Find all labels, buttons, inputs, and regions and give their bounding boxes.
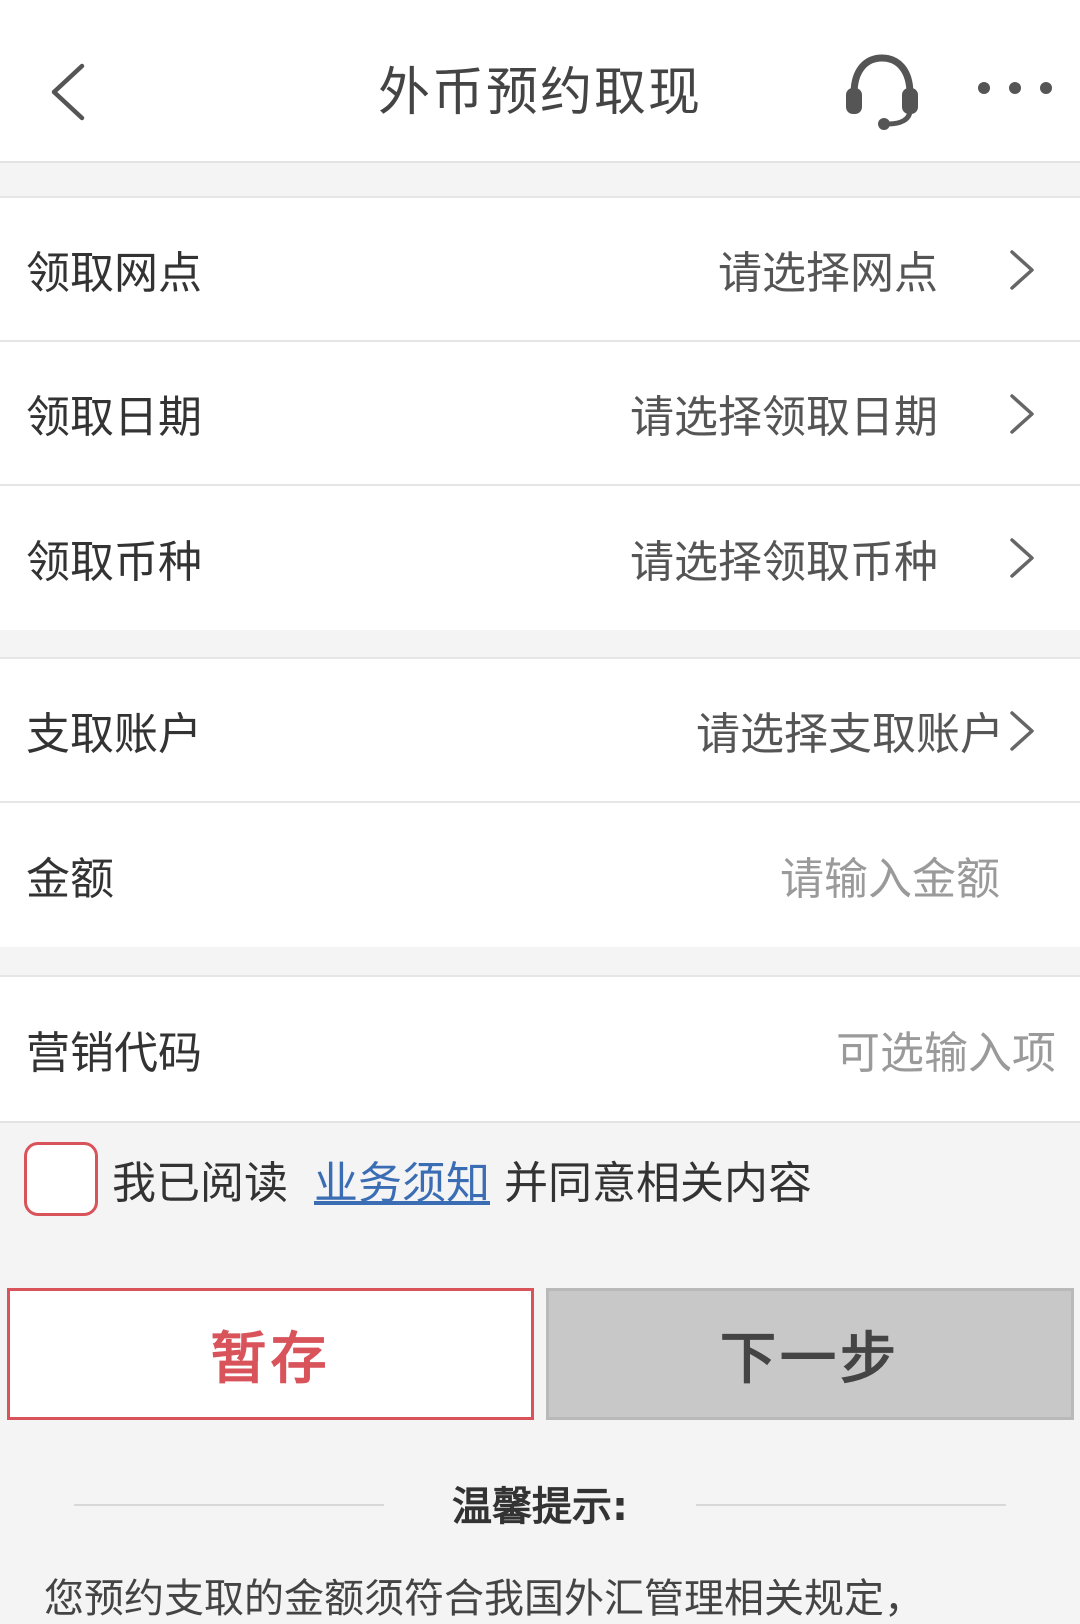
navigation-bar: 外币预约取现 xyxy=(0,0,1080,163)
chevron-right-icon xyxy=(1010,538,1034,578)
tips-title: 温馨提示: xyxy=(452,1484,628,1530)
agreement-prefix: 我已阅读 xyxy=(112,1158,288,1209)
agreement-suffix: 并同意相关内容 xyxy=(504,1158,812,1209)
more-dots-icon xyxy=(978,82,990,94)
pickup-currency-row[interactable]: 领取币种 请选择领取币种 xyxy=(0,486,1080,630)
pickup-currency-value: 请选择领取币种 xyxy=(630,537,938,588)
amount-row: 金额 请输入金额 xyxy=(0,803,1080,947)
save-draft-button[interactable]: 暂存 xyxy=(7,1288,534,1420)
pickup-currency-label: 领取币种 xyxy=(26,537,202,588)
pickup-info-group: 领取网点 请选择网点 领取日期 请选择领取日期 领取币种 请选择领取币种 xyxy=(0,196,1080,630)
next-step-button[interactable]: 下一步 xyxy=(546,1288,1074,1420)
customer-service-button[interactable] xyxy=(840,48,924,132)
chevron-right-icon xyxy=(1010,711,1034,751)
account-amount-group: 支取账户 请选择支取账户 金额 请输入金额 xyxy=(0,657,1080,947)
pickup-branch-value: 请选择网点 xyxy=(718,248,938,299)
withdraw-account-label: 支取账户 xyxy=(26,709,202,760)
headset-icon xyxy=(846,54,918,130)
chevron-right-icon xyxy=(1010,250,1034,290)
agreement-checkbox[interactable] xyxy=(24,1142,98,1216)
more-button[interactable] xyxy=(978,58,1052,118)
marketing-code-row: 营销代码 可选输入项 xyxy=(0,977,1080,1121)
marketing-code-input[interactable]: 可选输入项 xyxy=(836,977,1056,1121)
marketing-code-group: 营销代码 可选输入项 xyxy=(0,975,1080,1123)
agreement-row: 我已阅读 业务须知 并同意相关内容 xyxy=(24,1142,812,1216)
amount-label: 金额 xyxy=(26,854,114,905)
withdraw-account-value: 请选择支取账户 xyxy=(696,709,1004,760)
chevron-right-icon xyxy=(1010,394,1034,434)
pickup-date-value: 请选择领取日期 xyxy=(630,392,938,443)
pickup-date-row[interactable]: 领取日期 请选择领取日期 xyxy=(0,342,1080,486)
marketing-code-label: 营销代码 xyxy=(26,1028,202,1079)
pickup-branch-label: 领取网点 xyxy=(26,248,202,299)
more-dots-icon xyxy=(1040,82,1052,94)
business-notice-link[interactable]: 业务须知 xyxy=(314,1147,490,1211)
more-dots-icon xyxy=(1009,82,1021,94)
tips-text: 您预约支取的金额须符合我国外汇管理相关规定， xyxy=(44,1576,924,1622)
pickup-date-label: 领取日期 xyxy=(26,392,202,443)
pickup-branch-row[interactable]: 领取网点 请选择网点 xyxy=(0,198,1080,342)
tips-divider-right xyxy=(696,1504,1006,1506)
withdraw-account-row[interactable]: 支取账户 请选择支取账户 xyxy=(0,659,1080,803)
amount-input[interactable]: 请输入金额 xyxy=(780,803,1000,947)
